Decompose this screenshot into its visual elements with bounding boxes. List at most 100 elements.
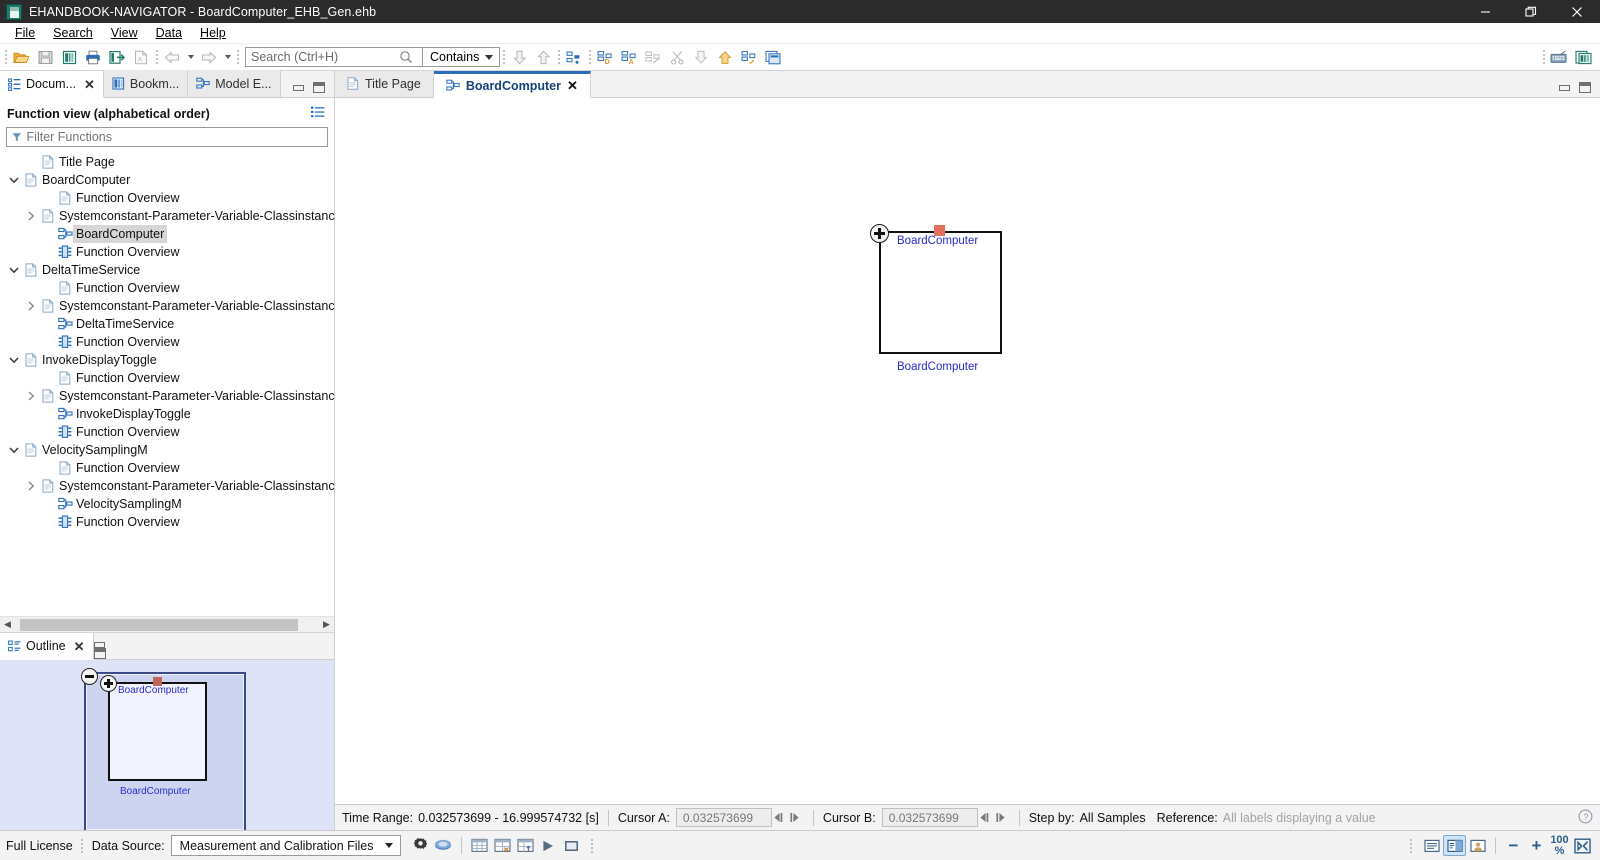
forward-dropdown-icon[interactable] xyxy=(221,46,234,69)
toolbar-grip-6[interactable] xyxy=(586,48,593,66)
block-a-icon[interactable]: A xyxy=(617,46,641,69)
tree-item[interactable]: DeltaTimeService xyxy=(0,315,334,333)
tree-item[interactable]: Function Overview xyxy=(0,243,334,261)
menu-file[interactable]: File xyxy=(6,24,44,42)
tree-item[interactable]: Systemconstant-Parameter-Variable-Classi… xyxy=(0,297,334,315)
chevron-right-icon[interactable] xyxy=(23,297,39,315)
measure-table-icon[interactable] xyxy=(468,835,491,857)
close-window-button[interactable] xyxy=(1554,0,1600,23)
toolbar-grip-right[interactable] xyxy=(1540,48,1547,66)
block-add-icon[interactable] xyxy=(562,46,586,69)
tree-item[interactable]: Function Overview xyxy=(0,459,334,477)
tree-item[interactable]: Function Overview xyxy=(0,189,334,207)
tree-horizontal-scrollbar[interactable]: ◀ ▶ xyxy=(0,616,334,632)
tree-item[interactable]: Systemconstant-Parameter-Variable-Classi… xyxy=(0,387,334,405)
book-icon[interactable] xyxy=(57,46,81,69)
arrow-up-icon[interactable] xyxy=(531,46,555,69)
chevron-down-icon[interactable] xyxy=(6,351,22,369)
chevron-right-icon[interactable] xyxy=(23,387,39,405)
minimize-panel-button[interactable] xyxy=(293,85,304,91)
save-icon[interactable] xyxy=(33,46,57,69)
chevron-down-icon[interactable] xyxy=(6,171,22,189)
menu-view[interactable]: View xyxy=(102,24,147,42)
diagram-canvas[interactable]: BoardComputer BoardComputer xyxy=(335,98,1600,804)
chevron-right-icon[interactable] xyxy=(23,477,39,495)
chevron-down-icon[interactable] xyxy=(6,261,22,279)
window-copy-icon[interactable] xyxy=(761,46,785,69)
dataset-icon[interactable] xyxy=(432,835,455,857)
tab-title-page[interactable]: Title Page xyxy=(335,70,434,97)
footer-grip-3[interactable] xyxy=(1407,838,1414,854)
cursor-b-step-back-button[interactable] xyxy=(978,809,994,827)
outline-block-expander[interactable] xyxy=(100,675,117,692)
help-icon[interactable]: ? xyxy=(1578,809,1593,827)
layout-split-icon[interactable] xyxy=(1443,835,1466,856)
menu-data[interactable]: Data xyxy=(147,24,191,42)
back-icon[interactable] xyxy=(160,46,184,69)
tree-item[interactable]: Systemconstant-Parameter-Variable-Classi… xyxy=(0,207,334,225)
footer-grip[interactable] xyxy=(79,838,86,854)
maximize-panel-button[interactable] xyxy=(94,648,106,659)
layout-person-icon[interactable] xyxy=(1466,835,1489,856)
tree-item[interactable]: Title Page xyxy=(0,153,334,171)
toolbar-grip-2[interactable] xyxy=(153,48,160,66)
toolbar-grip-3[interactable] xyxy=(234,48,241,66)
menu-search[interactable]: Search xyxy=(44,24,102,42)
zoom-in-button[interactable]: + xyxy=(1525,835,1548,857)
menu-help[interactable]: Help xyxy=(191,24,235,42)
tree-item[interactable]: BoardComputer xyxy=(0,225,334,243)
footer-grip-2[interactable] xyxy=(589,838,596,854)
outline-block[interactable] xyxy=(108,682,207,781)
minimize-panel-button[interactable] xyxy=(1559,85,1570,91)
diagram-block-expander[interactable] xyxy=(870,224,889,243)
scroll-left-icon[interactable]: ◀ xyxy=(0,617,15,633)
tree-item[interactable]: Function Overview xyxy=(0,369,334,387)
outline-collapse-expander[interactable] xyxy=(81,668,98,685)
keyboard-icon[interactable] xyxy=(1547,46,1571,69)
close-tab-icon[interactable]: ✕ xyxy=(567,78,578,94)
tab-documents[interactable]: Docum... ✕ xyxy=(0,71,104,98)
chevron-down-icon[interactable] xyxy=(6,441,22,459)
measure-grid-icon[interactable] xyxy=(491,835,514,857)
scroll-right-icon[interactable]: ▶ xyxy=(319,617,334,633)
forward-icon[interactable] xyxy=(197,46,221,69)
scissors-icon[interactable] xyxy=(665,46,689,69)
cursor-a-step-forward-button[interactable] xyxy=(788,809,804,827)
toolbar-grip-5[interactable] xyxy=(555,48,562,66)
scrollbar-track[interactable] xyxy=(15,618,319,632)
block-link-icon[interactable] xyxy=(737,46,761,69)
books-icon[interactable] xyxy=(1571,46,1595,69)
close-outline-icon[interactable]: ✕ xyxy=(74,640,85,653)
toolbar-grip[interactable] xyxy=(2,48,9,66)
tree-item[interactable]: Function Overview xyxy=(0,513,334,531)
step-by-value[interactable]: All Samples xyxy=(1080,811,1146,825)
cursor-b-step-forward-button[interactable] xyxy=(994,809,1010,827)
search-box[interactable] xyxy=(245,47,423,67)
outline-thumbnail[interactable]: BoardComputer BoardComputer xyxy=(0,660,334,830)
collapse-down-icon[interactable] xyxy=(689,46,713,69)
chevron-right-icon[interactable] xyxy=(23,207,39,225)
arrow-down-icon[interactable] xyxy=(507,46,531,69)
data-source-dropdown[interactable]: Measurement and Calibration Files xyxy=(171,835,401,856)
maximize-panel-button[interactable] xyxy=(313,82,325,93)
tree-item[interactable]: VelocitySamplingM xyxy=(0,495,334,513)
export-icon[interactable] xyxy=(105,46,129,69)
play-icon[interactable] xyxy=(537,835,560,857)
filter-functions-input[interactable] xyxy=(27,130,327,144)
close-tab-icon[interactable]: ✕ xyxy=(84,78,95,91)
filter-functions-box[interactable] xyxy=(6,127,328,147)
maximize-panel-button[interactable] xyxy=(1579,82,1591,93)
stop-icon[interactable] xyxy=(560,835,583,857)
zoom-out-button[interactable]: − xyxy=(1502,835,1525,857)
block-disabled-icon[interactable] xyxy=(641,46,665,69)
print-icon[interactable] xyxy=(81,46,105,69)
tab-boardcomputer[interactable]: BoardComputer ✕ xyxy=(434,71,591,98)
tree-item[interactable]: BoardComputer xyxy=(0,171,334,189)
tree-item[interactable]: Function Overview xyxy=(0,423,334,441)
tree-item[interactable]: Function Overview xyxy=(0,333,334,351)
settings-gear-icon[interactable] xyxy=(409,835,432,857)
block-d-icon[interactable]: D xyxy=(593,46,617,69)
tree-item[interactable]: VelocitySamplingM xyxy=(0,441,334,459)
expand-up-icon[interactable] xyxy=(713,46,737,69)
function-tree[interactable]: Title PageBoardComputerFunction Overview… xyxy=(0,147,334,616)
